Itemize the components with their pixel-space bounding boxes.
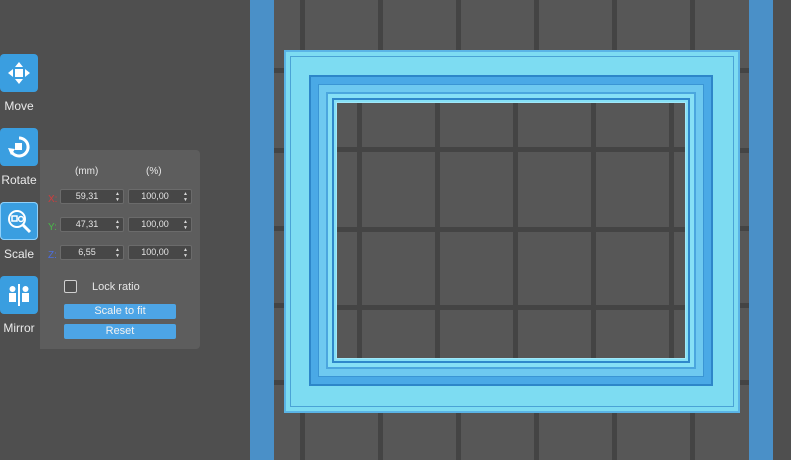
mm-column-header: (mm): [75, 166, 99, 177]
scale-button[interactable]: [0, 202, 38, 240]
rotate-icon: [8, 136, 30, 158]
spinner-arrows-icon[interactable]: ▲ ▼: [114, 219, 121, 231]
mirror-button[interactable]: [0, 276, 38, 314]
scale-to-fit-button[interactable]: Scale to fit: [64, 304, 176, 319]
rotate-button[interactable]: [0, 128, 38, 166]
x-mm-value: 59,31: [75, 191, 99, 201]
tool-scale[interactable]: Scale: [0, 202, 40, 261]
spinner-arrows-icon[interactable]: ▲ ▼: [182, 247, 189, 259]
z-mm-field[interactable]: 6,55 ▲ ▼: [60, 245, 124, 260]
z-percent-value: 100,00: [141, 247, 169, 257]
grid-line: [337, 227, 685, 232]
scale-panel: (mm) (%) X: 59,31 ▲ ▼ 100,00 ▲ ▼ Y: 47,31 …: [40, 150, 200, 349]
z-percent-field[interactable]: 100,00 ▲ ▼: [128, 245, 192, 260]
x-percent-value: 100,00: [141, 191, 169, 201]
x-percent-field[interactable]: 100,00 ▲ ▼: [128, 189, 192, 204]
move-label: Move: [4, 99, 34, 113]
rotate-label: Rotate: [1, 173, 37, 187]
x-mm-field[interactable]: 59,31 ▲ ▼: [60, 189, 124, 204]
y-percent-field[interactable]: 100,00 ▲ ▼: [128, 217, 192, 232]
spinner-arrows-icon[interactable]: ▲ ▼: [114, 247, 121, 259]
tool-rotate[interactable]: Rotate: [0, 128, 40, 187]
move-button[interactable]: [0, 54, 38, 92]
lock-ratio-checkbox[interactable]: [64, 280, 77, 293]
grid-line: [337, 147, 685, 152]
scale-label: Scale: [3, 247, 35, 261]
spinner-arrows-icon[interactable]: ▲ ▼: [182, 191, 189, 203]
mirror-label: Mirror: [3, 321, 35, 335]
y-mm-field[interactable]: 47,31 ▲ ▼: [60, 217, 124, 232]
spinner-arrows-icon[interactable]: ▲ ▼: [182, 219, 189, 231]
lock-ratio-label: Lock ratio: [92, 281, 140, 293]
y-percent-value: 100,00: [141, 219, 169, 229]
percent-column-header: (%): [146, 166, 162, 177]
z-axis-label: Z:: [48, 250, 57, 261]
y-mm-value: 47,31: [75, 219, 99, 229]
z-mm-value: 6,55: [78, 247, 96, 257]
build-plate-edge-right: [749, 0, 773, 460]
spinner-arrows-icon[interactable]: ▲ ▼: [114, 191, 121, 203]
reset-button[interactable]: Reset: [64, 324, 176, 339]
build-plate-edge-left: [250, 0, 274, 460]
y-axis-label: Y:: [48, 222, 57, 233]
grid-line: [337, 305, 685, 310]
x-axis-label: X:: [48, 194, 58, 205]
3d-viewport[interactable]: [250, 0, 773, 460]
scale-magnifier-icon: [8, 210, 32, 234]
tool-mirror[interactable]: Mirror: [0, 276, 40, 335]
mirror-icon: [9, 284, 29, 306]
move-arrows-icon: [8, 62, 30, 84]
tool-move[interactable]: Move: [0, 54, 40, 113]
frame-opening: [336, 102, 686, 359]
